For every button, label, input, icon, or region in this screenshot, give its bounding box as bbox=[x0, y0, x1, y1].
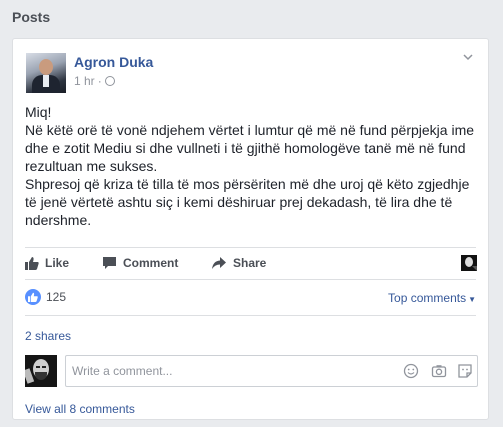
post-card: Agron Duka 1 hr · Miq! Në këtë orë të vo… bbox=[12, 38, 489, 420]
post-actions: Like Comment Share bbox=[25, 253, 477, 273]
sticker-icon[interactable] bbox=[457, 363, 473, 379]
post-paragraph: Shpresoj që kriza të tilla të mos përsër… bbox=[25, 176, 470, 228]
divider bbox=[25, 247, 476, 248]
post-as-avatar[interactable] bbox=[461, 255, 477, 271]
reactions-summary[interactable]: 125 bbox=[25, 289, 66, 305]
like-button[interactable]: Like bbox=[25, 253, 69, 273]
like-reaction-icon bbox=[25, 289, 41, 305]
camera-icon[interactable] bbox=[431, 363, 447, 379]
viewer-avatar[interactable] bbox=[25, 355, 57, 387]
post-meta: 1 hr · bbox=[74, 74, 115, 88]
share-icon bbox=[212, 257, 226, 269]
divider bbox=[25, 315, 476, 316]
emoji-icon[interactable] bbox=[403, 363, 419, 379]
author-avatar[interactable] bbox=[26, 53, 66, 93]
share-label: Share bbox=[233, 256, 267, 270]
globe-icon bbox=[104, 76, 115, 86]
shares-link[interactable]: 2 shares bbox=[25, 329, 71, 343]
comment-icon bbox=[103, 257, 116, 269]
top-comments-label: Top comments bbox=[388, 291, 467, 305]
top-comments-dropdown[interactable]: Top comments ▼ bbox=[388, 291, 476, 305]
meta-separator: · bbox=[97, 74, 102, 88]
comment-label: Comment bbox=[123, 256, 179, 270]
reaction-count: 125 bbox=[46, 290, 67, 304]
post-paragraph: Në këtë orë të vonë ndjehem vërtet i lum… bbox=[25, 122, 475, 174]
chevron-down-icon[interactable] bbox=[462, 51, 474, 63]
comment-input[interactable]: Write a comment... bbox=[65, 355, 478, 387]
view-all-comments-link[interactable]: View all 8 comments bbox=[25, 402, 135, 416]
author-name[interactable]: Agron Duka bbox=[74, 54, 153, 70]
comment-button[interactable]: Comment bbox=[102, 253, 178, 273]
post-text: Miq! Në këtë orë të vonë ndjehem vërtet … bbox=[25, 103, 477, 229]
share-button[interactable]: Share bbox=[211, 253, 266, 273]
like-icon bbox=[25, 257, 39, 270]
like-label: Like bbox=[45, 256, 70, 270]
comment-placeholder: Write a comment... bbox=[72, 364, 173, 378]
divider bbox=[25, 279, 476, 280]
post-time[interactable]: 1 hr bbox=[74, 74, 95, 88]
post-paragraph: Miq! bbox=[25, 104, 52, 120]
section-title: Posts bbox=[12, 9, 51, 25]
caret-down-icon: ▼ bbox=[468, 295, 476, 304]
